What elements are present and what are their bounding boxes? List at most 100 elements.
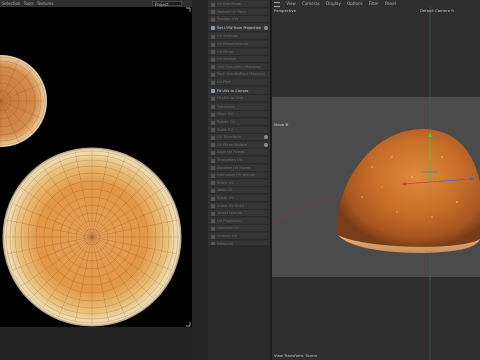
plane-label: Move ⊕ [274, 122, 289, 127]
tool-item[interactable]: Scale UV [209, 126, 269, 134]
tool-icon [211, 234, 215, 239]
uv-menu-selection[interactable]: Selection [2, 0, 20, 7]
tool-icon [211, 226, 215, 231]
viewport-menu-view[interactable]: View [286, 0, 296, 7]
camera-label[interactable]: Default Camera ⊙ [420, 8, 454, 13]
tool-label: Straighten UV [217, 158, 243, 162]
tool-icon [211, 173, 215, 178]
uv-corner-marks [186, 7, 191, 327]
tool-icon [211, 158, 215, 163]
hamburger-icon[interactable] [274, 1, 280, 7]
tool-item[interactable]: Weld UV [209, 187, 269, 195]
tool-icon [211, 72, 215, 77]
uv-island-small [0, 55, 47, 147]
tool-icon [211, 65, 215, 70]
viewport-menu-panel[interactable]: Panel [385, 0, 396, 7]
tool-label: Unwrap UV [217, 234, 238, 238]
tool-label: UV Relax/Unwrap [217, 42, 249, 46]
tool-icon [211, 196, 215, 201]
tool-item[interactable]: UV Mirror [209, 48, 269, 56]
uv-editor-footer [0, 327, 192, 360]
tool-label: Pack Islands/Rect Mapping [217, 72, 265, 77]
tool-item[interactable]: Transform [209, 103, 269, 111]
tool-item[interactable]: Set UVW from Projection [209, 24, 269, 32]
tool-item[interactable]: Texture UV Pack [209, 8, 269, 16]
viewport-menu-options[interactable]: Options [347, 0, 362, 7]
viewport-menubar: View Cameras Display Options Filter Pane… [272, 0, 480, 7]
tool-item[interactable]: UV Projection [209, 217, 269, 225]
tool-label: UV Mirror [217, 49, 234, 54]
tool-icon [211, 120, 215, 125]
tool-item[interactable]: Fit UVs to Grid [209, 95, 269, 103]
tool-icon [211, 10, 215, 15]
tool-item[interactable]: UV Edit Mode [209, 1, 269, 8]
tool-icon [211, 57, 215, 62]
uv-texture-dropdown[interactable]: Project [152, 1, 182, 7]
tool-item[interactable]: Normalize UV Islands [209, 172, 269, 180]
tool-label: UV Stretch [217, 57, 237, 62]
tool-label: UV Settings [217, 34, 238, 39]
viewport-floor-shadow [272, 277, 480, 360]
tool-item[interactable]: Select Islands [209, 210, 269, 218]
tool-icon [211, 89, 215, 94]
tool-item[interactable]: UV Relax/Unwrap [209, 41, 269, 48]
tool-label: Transform [217, 104, 235, 109]
tool-label: Optimize UV [217, 226, 240, 231]
viewport-menu-filter[interactable]: Filter [369, 0, 379, 7]
tool-item[interactable]: UV Settings [209, 33, 269, 41]
tool-label: Invert UV Shell [217, 203, 244, 208]
tool-label: Select Islands [217, 211, 242, 216]
tool-label: Stitch UV [217, 180, 234, 185]
tool-icon [211, 135, 215, 140]
tool-icon [211, 204, 215, 209]
viewport-menu-cameras[interactable]: Cameras [302, 0, 320, 7]
tool-icon [211, 143, 215, 148]
tool-item[interactable]: Align UV Points [209, 149, 269, 157]
tool-label: Normalize UV Islands [217, 173, 256, 178]
tool-icon [211, 181, 215, 186]
tool-icon [211, 128, 215, 133]
tool-label: UV Mirror/Rotate [217, 142, 247, 147]
gear-icon[interactable] [264, 135, 268, 140]
tool-item[interactable]: Invert UV Shell [209, 202, 269, 210]
tool-label: Scale UV [217, 127, 233, 132]
tool-item[interactable]: Unwrap UV [209, 233, 269, 240]
uv-canvas[interactable] [0, 7, 192, 327]
viewport-sky [272, 7, 480, 97]
tool-item[interactable]: Fit UVs to Canvas [209, 87, 269, 95]
tool-item[interactable]: Optimize UV [209, 225, 269, 233]
tool-item[interactable]: Grid Snap/Rect Mapping [209, 63, 269, 71]
tool-item[interactable]: UV Mirror/Rotate [209, 141, 269, 149]
viewport-footer: View Transform: Scene [274, 353, 318, 358]
uv-islands [0, 7, 191, 327]
viewport-label: Perspective [274, 8, 296, 13]
tool-item[interactable]: UV Stretch [209, 56, 269, 64]
tool-item[interactable]: Break UV [209, 195, 269, 202]
tool-item[interactable]: UV Pack [209, 79, 269, 86]
tool-label: Equalize UV Points [217, 165, 251, 170]
tool-item[interactable]: UV Transform [209, 134, 269, 142]
uv-menu-textures[interactable]: Textures [37, 0, 54, 7]
viewport-3d[interactable]: Perspective Default Camera ⊙ Move ⊕ View… [272, 7, 480, 360]
tool-icon [211, 188, 215, 193]
tool-item[interactable]: Stitch UV [209, 179, 269, 187]
tool-item[interactable]: Equalize UV Points [209, 164, 269, 172]
uv-island-large [2, 147, 182, 327]
tool-item[interactable]: Pack Islands/Rect Mapping [209, 71, 269, 79]
uv-editor-scrollbar[interactable] [192, 0, 208, 360]
gear-icon[interactable] [264, 25, 268, 30]
tool-item[interactable]: Straighten UV [209, 157, 269, 164]
tool-item[interactable]: Rotate UV [209, 119, 269, 126]
uv-menu-tools[interactable]: Tools [24, 0, 34, 7]
tool-label: Fit UVs to Canvas [217, 88, 249, 93]
gear-icon[interactable] [264, 142, 268, 147]
tool-icon [211, 80, 215, 85]
tool-label: Grid Snap/Rect Mapping [217, 64, 261, 69]
tool-item[interactable]: Realign UVs [209, 16, 269, 24]
tool-item[interactable]: Move UV [209, 111, 269, 119]
tool-label: Fit UVs to Grid [217, 96, 243, 101]
tool-icon [211, 219, 215, 224]
tool-label: Set UVW from Projection [217, 25, 262, 30]
viewport-menu-display[interactable]: Display [326, 0, 341, 7]
uv-tools-panel: UV Edit Mode Texture UV Pack Realign UVs Se… [208, 0, 270, 248]
